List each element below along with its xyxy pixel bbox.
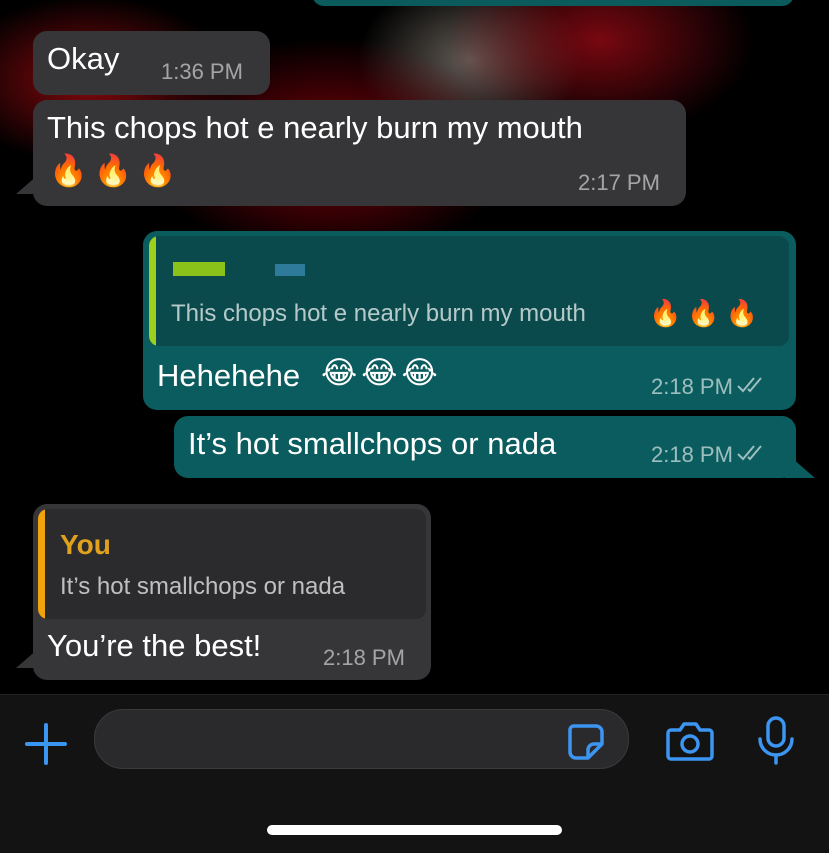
quote-text: This chops hot e nearly burn my mouth [171, 300, 586, 327]
sticker-icon[interactable] [566, 722, 606, 762]
double-check-icon [737, 374, 767, 400]
quote-bar [38, 509, 45, 619]
double-check-icon [737, 442, 767, 468]
quote-bar [149, 236, 156, 346]
tears-of-joy-emoji: 😂😂😂 [321, 355, 442, 390]
message-timestamp: 2:18 PM [651, 442, 767, 468]
message-timestamp: 2:18 PM [323, 645, 405, 670]
message-bubble-incoming[interactable]: Okay 1:36 PM [33, 31, 270, 95]
previous-message-bubble[interactable] [312, 0, 794, 6]
quote-author: You [60, 529, 111, 560]
plus-icon[interactable] [24, 722, 68, 766]
message-input-field[interactable] [115, 710, 559, 770]
message-timestamp: 1:36 PM [161, 59, 243, 84]
message-text: It’s hot smallchops or nada [188, 426, 557, 461]
message-timestamp: 2:17 PM [578, 170, 660, 195]
fire-emoji: 🔥🔥🔥 [49, 153, 183, 188]
reply-quote[interactable]: This chops hot e nearly burn my mouth 🔥🔥… [149, 236, 789, 346]
quote-text: It’s hot smallchops or nada [60, 573, 346, 600]
microphone-icon[interactable] [756, 715, 796, 767]
redacted-author-name [173, 262, 225, 276]
message-input[interactable] [94, 709, 629, 770]
message-bubble-outgoing[interactable]: It’s hot smallchops or nada 2:18 PM [174, 416, 796, 478]
message-bubble-incoming[interactable]: This chops hot e nearly burn my mouth 🔥🔥… [33, 100, 686, 206]
message-text: Hehehehe [157, 358, 301, 393]
home-indicator[interactable] [267, 825, 562, 835]
message-text: You’re the best! [47, 628, 262, 663]
camera-icon[interactable] [666, 720, 714, 762]
reply-quote[interactable]: You It’s hot smallchops or nada [38, 509, 426, 619]
message-timestamp: 2:18 PM [651, 374, 767, 400]
fire-emoji: 🔥🔥🔥 [649, 298, 765, 328]
message-bubble-outgoing[interactable]: This chops hot e nearly burn my mouth 🔥🔥… [143, 231, 796, 410]
message-text: This chops hot e nearly burn my mouth [47, 110, 583, 145]
redacted-author-name [275, 264, 305, 276]
message-text: Okay [47, 41, 120, 76]
message-bubble-incoming[interactable]: You It’s hot smallchops or nada You’re t… [33, 504, 431, 680]
